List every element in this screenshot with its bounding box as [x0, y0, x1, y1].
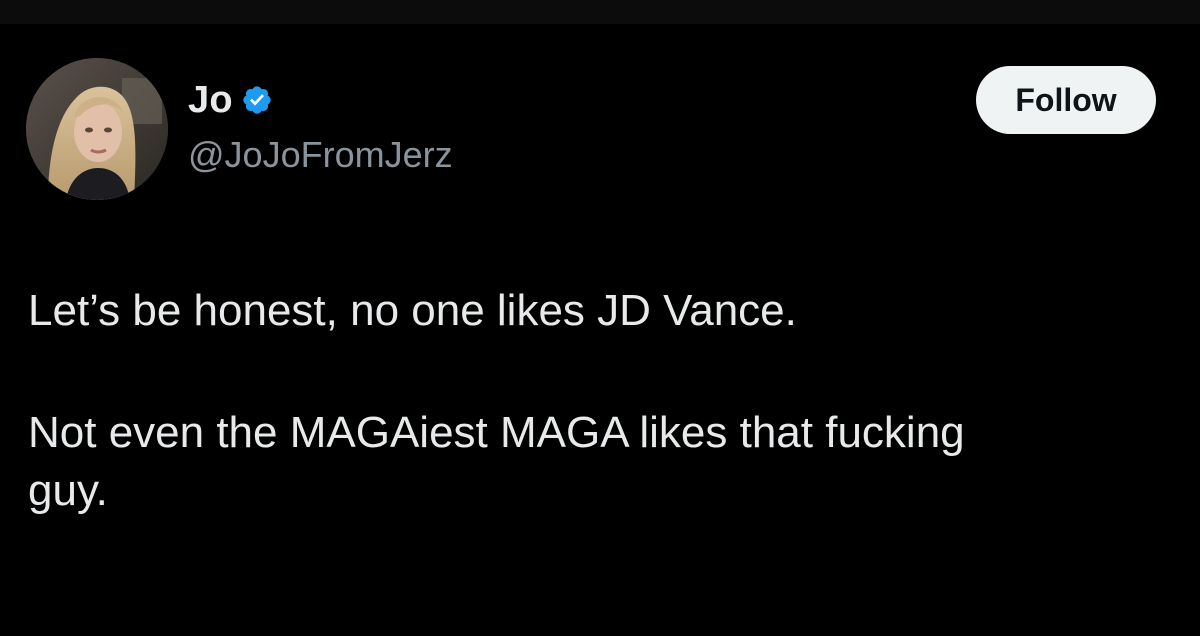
tweet-text-line: Not even the MAGAiest MAGA likes that fu… — [28, 408, 965, 457]
author-names: Jo @JoJoFromJerz — [188, 78, 453, 176]
tweet-header: Jo @JoJoFromJerz Follow — [26, 58, 1156, 203]
display-name[interactable]: Jo — [188, 79, 233, 122]
verified-badge-icon — [241, 84, 273, 116]
author-handle[interactable]: @JoJoFromJerz — [188, 134, 453, 176]
avatar-photo — [26, 58, 168, 200]
avatar[interactable] — [26, 58, 168, 200]
follow-button[interactable]: Follow — [976, 66, 1156, 134]
display-name-row: Jo — [188, 78, 453, 122]
tweet-text-line: Let’s be honest, no one likes JD Vance. — [28, 286, 797, 335]
top-strip — [0, 0, 1200, 24]
tweet-text-line: guy. — [28, 466, 108, 515]
tweet-text: Let’s be honest, no one likes JD Vance. … — [28, 282, 1178, 520]
tweet-paragraph: Let’s be honest, no one likes JD Vance. — [28, 282, 1178, 340]
tweet-paragraph: Not even the MAGAiest MAGA likes that fu… — [28, 404, 1178, 520]
